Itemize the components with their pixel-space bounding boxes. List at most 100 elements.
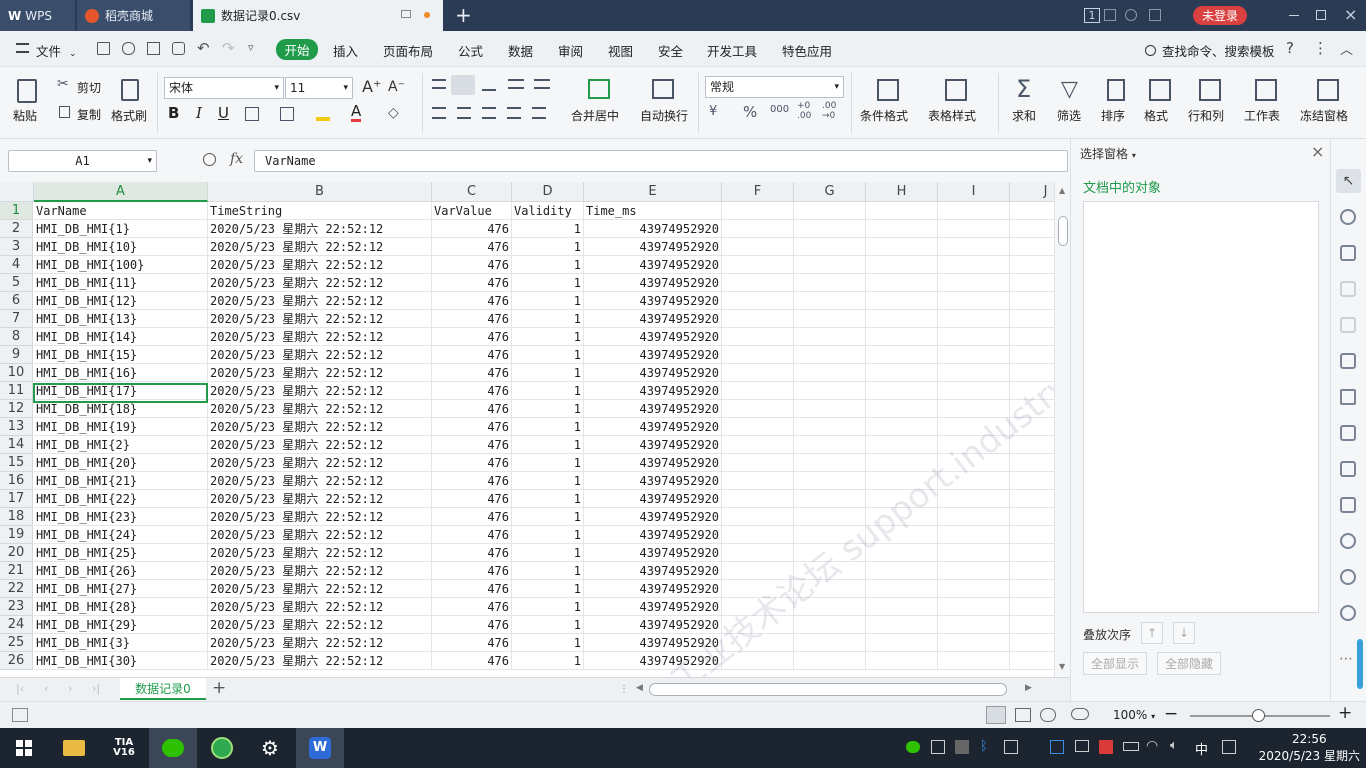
history-icon[interactable] — [1340, 569, 1356, 585]
cell-b16[interactable]: 2020/5/23 星期六 22:52:12 — [208, 472, 432, 490]
column-header-e[interactable]: E — [584, 182, 722, 202]
cell-j16[interactable] — [1010, 472, 1054, 490]
more-icon[interactable]: ⋮ — [1313, 39, 1328, 57]
cell-h1[interactable] — [866, 202, 938, 220]
zoom-search-icon[interactable] — [203, 153, 216, 166]
cell-a14[interactable]: HMI_DB_HMI{2} — [34, 436, 208, 454]
bluetooth-icon[interactable]: ᛒ — [980, 739, 988, 754]
cell-f18[interactable] — [722, 508, 794, 526]
cell-b11[interactable]: 2020/5/23 星期六 22:52:12 — [208, 382, 432, 400]
font-name-select[interactable]: 宋体 ▾ — [164, 77, 284, 99]
row-header[interactable]: 26 — [0, 652, 33, 670]
cell-g2[interactable] — [794, 220, 866, 238]
cell-j18[interactable] — [1010, 508, 1054, 526]
cell-e9[interactable]: 43974952920 — [584, 346, 722, 364]
cell-f21[interactable] — [722, 562, 794, 580]
backup-icon[interactable] — [1340, 533, 1356, 549]
cell-c8[interactable]: 476 — [432, 328, 512, 346]
indent-decrease-icon[interactable] — [508, 79, 524, 89]
hamburger-icon[interactable] — [16, 43, 29, 53]
increase-font-icon[interactable]: A⁺ — [362, 77, 381, 96]
row-header[interactable]: 21 — [0, 562, 33, 580]
cell-g12[interactable] — [794, 400, 866, 418]
cell-i21[interactable] — [938, 562, 1010, 580]
cell-b17[interactable]: 2020/5/23 星期六 22:52:12 — [208, 490, 432, 508]
justify-icon[interactable] — [507, 107, 521, 119]
zoom-out-button[interactable]: − — [1164, 704, 1178, 724]
currency-icon[interactable]: ¥ — [709, 104, 717, 119]
column-header-c[interactable]: C — [432, 182, 512, 202]
cell-d15[interactable]: 1 — [512, 454, 584, 472]
cell-h11[interactable] — [866, 382, 938, 400]
cell-c1[interactable]: VarValue — [432, 202, 512, 220]
cell-a5[interactable]: HMI_DB_HMI{11} — [34, 274, 208, 292]
add-sheet-button[interactable]: + — [212, 678, 226, 698]
prev-sheet-icon[interactable]: ‹ — [44, 682, 48, 695]
column-header-i[interactable]: I — [938, 182, 1010, 202]
row-header[interactable]: 11 — [0, 382, 33, 400]
cell-h17[interactable] — [866, 490, 938, 508]
cell-d7[interactable]: 1 — [512, 310, 584, 328]
cell-b3[interactable]: 2020/5/23 星期六 22:52:12 — [208, 238, 432, 256]
print-icon[interactable] — [147, 42, 160, 55]
cell-d10[interactable]: 1 — [512, 364, 584, 382]
undo-icon[interactable]: ↶ — [197, 39, 210, 57]
cell-i7[interactable] — [938, 310, 1010, 328]
cell-d12[interactable]: 1 — [512, 400, 584, 418]
page-break-view-icon[interactable] — [1015, 708, 1031, 722]
scroll-left-icon[interactable]: ◀ — [636, 683, 643, 693]
border-icon[interactable] — [245, 107, 259, 121]
cell-h23[interactable] — [866, 598, 938, 616]
search-command[interactable]: 查找命令、搜索模板 — [1145, 41, 1275, 60]
column-header-a[interactable]: A — [34, 182, 208, 202]
cell-e14[interactable]: 43974952920 — [584, 436, 722, 454]
spreadsheet-grid[interactable]: ABCDEFGHIJ 1 VarName TimeString VarValue Val… — [0, 182, 1054, 677]
macro-icon[interactable] — [12, 708, 28, 722]
cell-d9[interactable]: 1 — [512, 346, 584, 364]
cell-i11[interactable] — [938, 382, 1010, 400]
row-header[interactable]: 14 — [0, 436, 33, 454]
cell-j15[interactable] — [1010, 454, 1054, 472]
cell-i2[interactable] — [938, 220, 1010, 238]
row-header[interactable]: 6 — [0, 292, 33, 310]
cell-j8[interactable] — [1010, 328, 1054, 346]
cell-c23[interactable]: 476 — [432, 598, 512, 616]
cell-e15[interactable]: 43974952920 — [584, 454, 722, 472]
shirt-icon[interactable] — [1149, 9, 1161, 21]
menu-formulas[interactable]: 公式 — [458, 41, 483, 60]
cell-h4[interactable] — [866, 256, 938, 274]
cell-c14[interactable]: 476 — [432, 436, 512, 454]
cell-i1[interactable] — [938, 202, 1010, 220]
cell-f26[interactable] — [722, 652, 794, 670]
cell-f10[interactable] — [722, 364, 794, 382]
cell-g11[interactable] — [794, 382, 866, 400]
cell-e19[interactable]: 43974952920 — [584, 526, 722, 544]
battery-icon[interactable] — [1123, 742, 1139, 751]
cell-b2[interactable]: 2020/5/23 星期六 22:52:12 — [208, 220, 432, 238]
cell-f15[interactable] — [722, 454, 794, 472]
cell-h10[interactable] — [866, 364, 938, 382]
cell-e20[interactable]: 43974952920 — [584, 544, 722, 562]
move-down-button[interactable]: ↓ — [1173, 622, 1195, 644]
cell-g19[interactable] — [794, 526, 866, 544]
column-header-f[interactable]: F — [722, 182, 794, 202]
cell-d6[interactable]: 1 — [512, 292, 584, 310]
cell-i15[interactable] — [938, 454, 1010, 472]
cell-h15[interactable] — [866, 454, 938, 472]
zoom-in-button[interactable]: + — [1338, 703, 1352, 723]
cell-c15[interactable]: 476 — [432, 454, 512, 472]
vertical-scrollbar[interactable]: ▲ ▼ — [1054, 182, 1070, 677]
cell-f20[interactable] — [722, 544, 794, 562]
cell-f25[interactable] — [722, 634, 794, 652]
normal-view-icon[interactable] — [986, 706, 1006, 724]
cell-e8[interactable]: 43974952920 — [584, 328, 722, 346]
tray-antivirus-icon[interactable] — [1099, 740, 1113, 754]
tray-app-icon[interactable] — [1050, 740, 1064, 754]
reading-mode-icon[interactable] — [1040, 708, 1056, 722]
cell-d3[interactable]: 1 — [512, 238, 584, 256]
row-header[interactable]: 17 — [0, 490, 33, 508]
layout-icon[interactable] — [1104, 9, 1116, 21]
cell-f6[interactable] — [722, 292, 794, 310]
cell-a2[interactable]: HMI_DB_HMI{1} — [34, 220, 208, 238]
cell-j2[interactable] — [1010, 220, 1054, 238]
